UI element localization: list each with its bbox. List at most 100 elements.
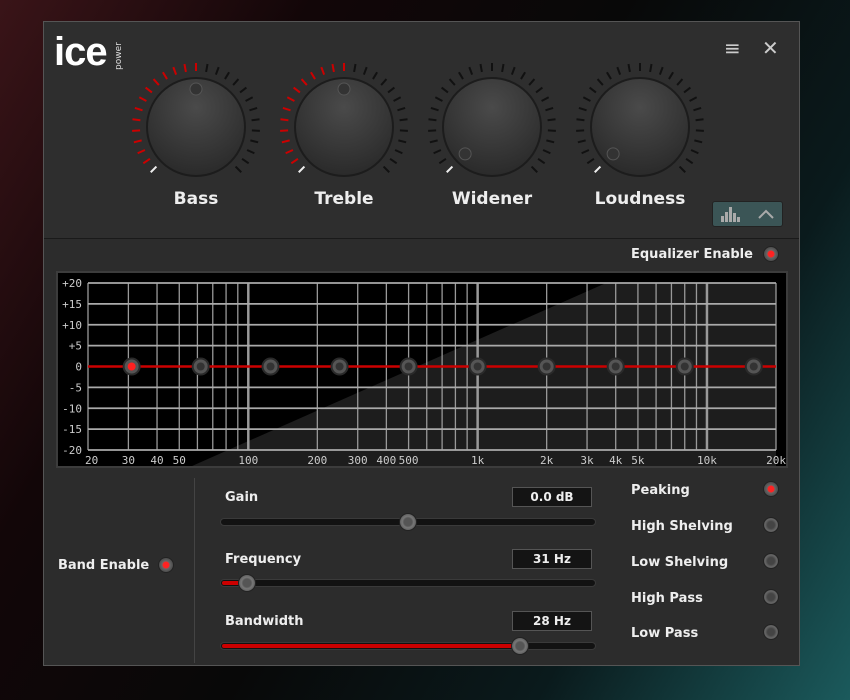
knob-tick	[320, 66, 326, 75]
x-tick-label: 10k	[697, 454, 717, 466]
knob-tick	[581, 149, 590, 155]
knob-tick	[606, 71, 612, 80]
filter-low-pass-label: Low Pass	[631, 626, 699, 641]
bandwidth-value[interactable]: 28 Hz	[512, 611, 592, 631]
filter-high-shelving-label: High Shelving	[631, 519, 733, 534]
knob-body[interactable]	[590, 77, 690, 177]
filter-low-pass-radio[interactable]	[763, 624, 779, 640]
frequency-slider-thumb[interactable]	[238, 574, 257, 592]
x-tick-label: 30	[122, 454, 135, 466]
equalizer-enable-label: Equalizer Enable	[631, 247, 753, 262]
knob-tick	[689, 96, 698, 102]
knob-bass[interactable]: Bass	[126, 57, 266, 237]
knob-tick	[586, 157, 595, 165]
knob-tick	[150, 165, 158, 173]
knob-tick	[596, 78, 604, 86]
knob-tick	[394, 149, 403, 155]
gain-slider[interactable]	[220, 513, 596, 531]
knob-tick	[577, 139, 586, 144]
knob-loudness[interactable]: Loudness	[570, 57, 710, 237]
x-tick-label: 500	[399, 454, 419, 466]
knob-tick	[546, 139, 555, 144]
knob-tick	[162, 71, 168, 80]
knob-tick	[232, 78, 240, 86]
band-enable-toggle[interactable]	[158, 557, 174, 573]
filter-high-shelving-radio[interactable]	[763, 517, 779, 533]
knob-tick	[582, 96, 591, 102]
knob-tick	[353, 63, 357, 73]
knob-tick	[434, 96, 443, 102]
knob-tick	[152, 78, 160, 86]
logo: ice	[54, 30, 108, 74]
knob-tick	[433, 149, 442, 155]
knob-indicator	[458, 147, 472, 161]
knob-tick	[398, 139, 407, 144]
knob-tick	[134, 107, 143, 112]
knob-tick	[393, 96, 402, 102]
y-tick-label: -10	[62, 402, 82, 415]
x-tick-label: 100	[238, 454, 258, 466]
x-tick-label: 400	[376, 454, 396, 466]
knob-indicator	[337, 82, 351, 96]
frequency-label: Frequency	[225, 552, 302, 567]
filter-low-shelving-radio[interactable]	[763, 553, 779, 569]
equalizer-toggle-button[interactable]	[712, 201, 783, 227]
gain-label: Gain	[225, 490, 259, 505]
knob-tick	[214, 66, 220, 75]
knob-tick	[530, 165, 538, 173]
band-enable-label: Band Enable	[58, 558, 150, 573]
knob-tick	[683, 86, 691, 94]
frequency-value[interactable]: 31 Hz	[512, 549, 592, 569]
bandwidth-slider[interactable]	[220, 637, 596, 655]
knob-tick	[372, 71, 378, 80]
divider	[194, 478, 195, 663]
knob-tick	[448, 78, 456, 86]
knob-treble[interactable]: Treble	[274, 57, 414, 237]
knob-tick	[468, 66, 474, 75]
x-tick-label: 40	[150, 454, 163, 466]
y-tick-label: -15	[62, 423, 82, 436]
band-handle-center	[335, 362, 344, 371]
knob-tick	[428, 118, 437, 122]
knob-tick	[446, 165, 454, 173]
y-tick-label: -20	[62, 444, 82, 457]
knob-tick	[293, 86, 301, 94]
knob-label: Treble	[314, 189, 374, 209]
knob-body[interactable]	[442, 77, 542, 177]
knob-tick	[542, 149, 551, 155]
knob-tick	[649, 63, 653, 73]
band-handle-center	[196, 362, 205, 371]
gain-slider-thumb[interactable]	[399, 513, 417, 531]
x-tick-label: 5k	[631, 454, 645, 466]
knob-tick	[250, 139, 259, 144]
knob-tick	[241, 157, 250, 165]
x-tick-label: 1k	[471, 454, 485, 466]
knob-tick	[520, 71, 526, 80]
knob-tick	[627, 63, 631, 73]
knob-tick	[397, 107, 406, 112]
knob-tick	[438, 157, 447, 165]
y-tick-label: +10	[62, 319, 82, 332]
knob-tick	[578, 107, 587, 112]
y-tick-label: 0	[75, 361, 82, 374]
knob-tick	[249, 107, 258, 112]
filter-high-pass-radio[interactable]	[763, 589, 779, 605]
gain-value[interactable]: 0.0 dB	[512, 487, 592, 507]
knob-tick	[245, 96, 254, 102]
chevron-up-icon	[758, 209, 774, 219]
knob-widener[interactable]: Widener	[422, 57, 562, 237]
close-icon[interactable]: ✕	[762, 36, 779, 60]
bandwidth-slider-thumb[interactable]	[511, 637, 530, 655]
knob-tick	[387, 86, 395, 94]
y-tick-label: +15	[62, 298, 82, 311]
filter-peaking-radio[interactable]	[763, 481, 779, 497]
y-tick-label: +20	[62, 277, 82, 290]
bandwidth-slider-fill	[222, 644, 520, 648]
equalizer-graph[interactable]: +20 +15 +10 +5 0 -5 -10 -15 -20 20 30 40 50 100 200 300…	[56, 271, 788, 470]
knob-tick	[172, 66, 178, 75]
hamburger-menu-icon[interactable]: ≡	[724, 36, 741, 60]
equalizer-enable-toggle[interactable]	[763, 246, 779, 262]
logo-subtitle: power	[114, 42, 124, 70]
knob-tick	[545, 107, 554, 112]
frequency-slider[interactable]	[220, 574, 596, 592]
